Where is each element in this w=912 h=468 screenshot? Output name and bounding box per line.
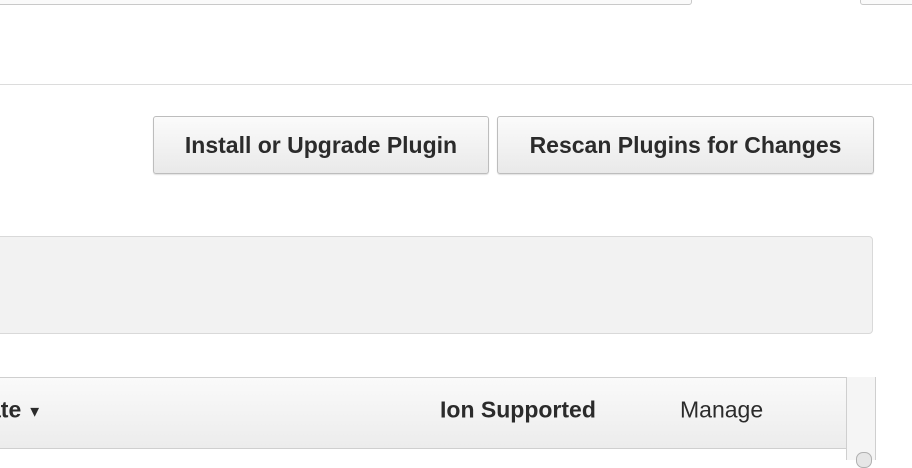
filter-select[interactable] — [860, 0, 912, 5]
column-header-manage: Manage — [680, 396, 764, 423]
sort-descending-icon: ▼ — [27, 403, 43, 421]
column-header-date-label: ate — [0, 396, 22, 423]
install-upgrade-plugin-button[interactable]: Install or Upgrade Plugin — [153, 116, 489, 174]
column-header-date[interactable]: ate ▼ — [0, 397, 42, 424]
rescan-plugins-label: Rescan Plugins for Changes — [529, 131, 842, 158]
search-input[interactable] — [0, 0, 692, 5]
table-body — [0, 449, 846, 460]
column-header-ion-supported[interactable]: Ion Supported — [440, 397, 596, 424]
install-upgrade-plugin-label: Install or Upgrade Plugin — [184, 131, 458, 158]
rescan-plugins-button[interactable]: Rescan Plugins for Changes — [497, 116, 874, 174]
scrollbar-thumb[interactable] — [856, 452, 872, 468]
scrollbar-track[interactable] — [846, 377, 876, 460]
filter-panel — [0, 236, 873, 334]
section-divider — [0, 84, 912, 85]
